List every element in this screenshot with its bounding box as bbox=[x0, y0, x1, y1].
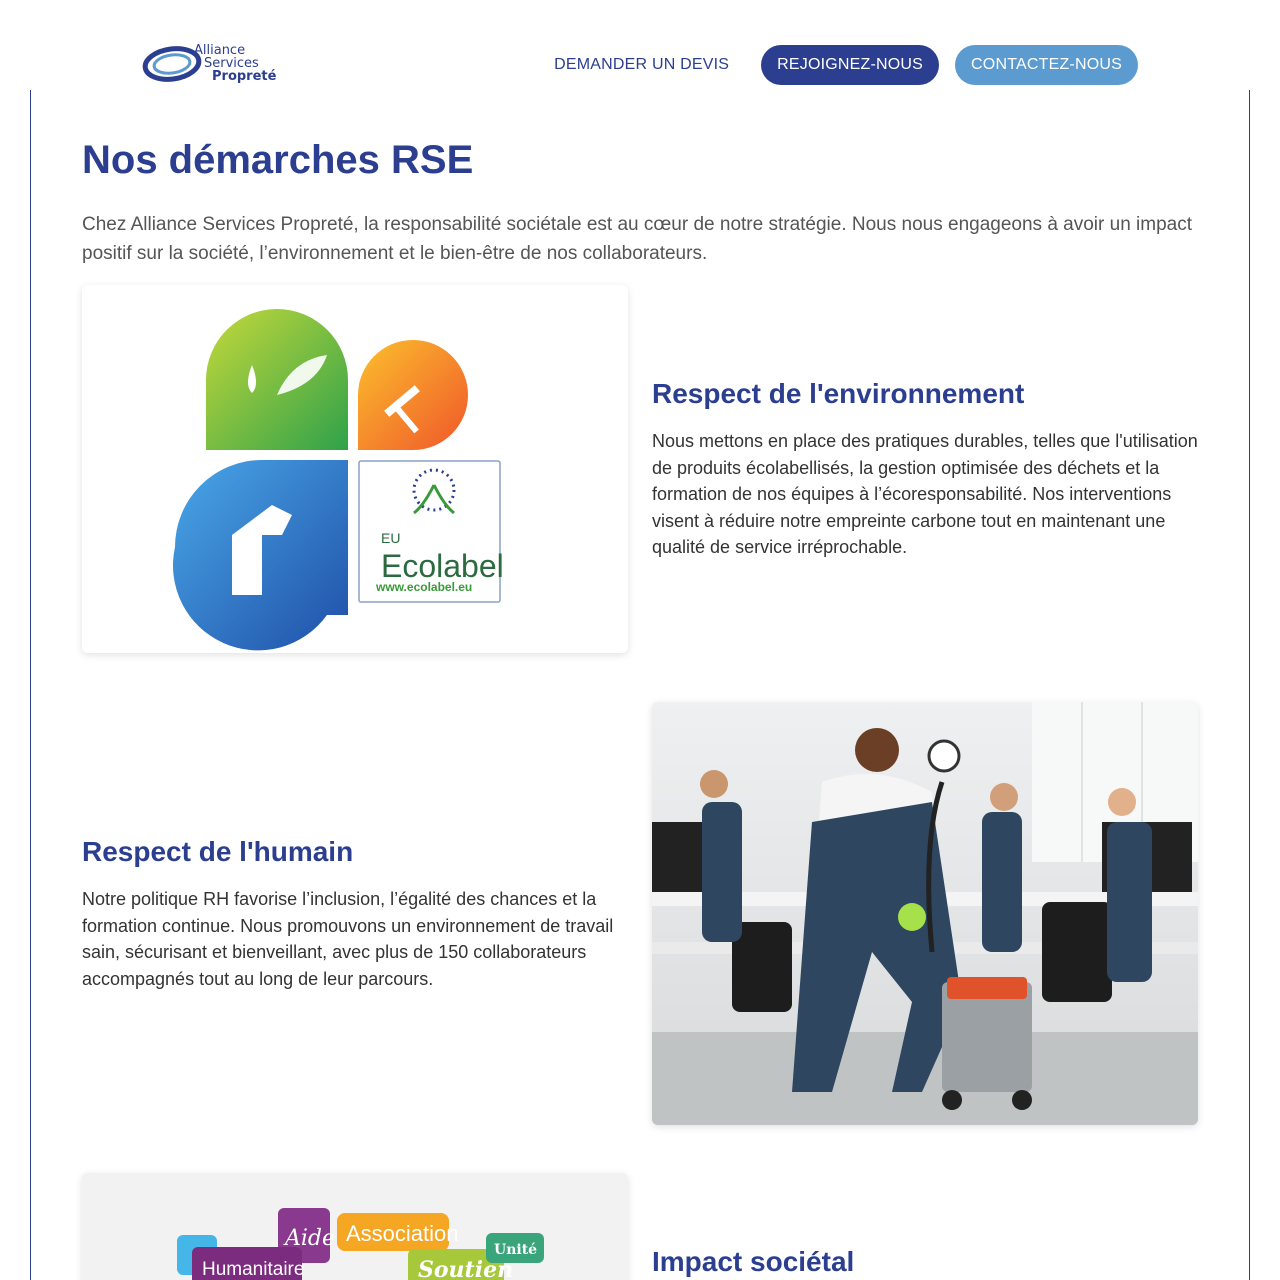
bubble-unite-text: Unité bbox=[494, 1242, 537, 1258]
nav-request-quote[interactable]: DEMANDER UN DEVIS bbox=[538, 46, 745, 84]
contact-us-button[interactable]: CONTACTEZ-NOUS bbox=[955, 45, 1138, 85]
eco-icons-illustration: EU Ecolabel www.ecolabel.eu bbox=[172, 309, 504, 651]
bubble-humanitaire-text: Humanitaire bbox=[202, 1259, 304, 1280]
ecolabel-eu-text: EU bbox=[381, 530, 400, 546]
logo-line-3: Propreté bbox=[212, 69, 277, 84]
main-nav: DEMANDER UN DEVIS REJOIGNEZ-NOUS CONTACT… bbox=[538, 45, 1138, 85]
bubble-association-text: Association bbox=[346, 1221, 459, 1246]
ecolabel-word-text: Ecolabel bbox=[381, 548, 504, 584]
frame-border-right bbox=[1249, 90, 1250, 1280]
section-environment-text: Nous mettons en place des pratiques dura… bbox=[652, 431, 1198, 557]
ecolabel-url-text: www.ecolabel.eu bbox=[375, 580, 472, 594]
section-environment-title: Respect de l'environnement bbox=[652, 378, 1025, 409]
societal-impact-image: Aide Association Humanitaire Soutien Uni… bbox=[82, 1173, 628, 1280]
page-intro: Chez Alliance Services Propreté, la resp… bbox=[82, 214, 1192, 264]
cleaning-team-photo bbox=[652, 702, 1198, 1125]
logo-swoosh-icon bbox=[142, 46, 202, 82]
site-header: Alliance Services Propreté DEMANDER UN D… bbox=[0, 0, 1280, 90]
frame-border-left bbox=[30, 90, 31, 1280]
section-societal-title: Impact sociétal bbox=[652, 1246, 855, 1277]
page-title: Nos démarches RSE bbox=[82, 138, 474, 182]
logo[interactable]: Alliance Services Propreté bbox=[142, 40, 302, 88]
ecolabel-image: EU Ecolabel www.ecolabel.eu bbox=[82, 285, 628, 653]
join-us-button[interactable]: REJOIGNEZ-NOUS bbox=[761, 45, 940, 85]
section-human-title: Respect de l'humain bbox=[82, 836, 354, 867]
cleaning-team-illustration bbox=[652, 702, 1198, 1125]
word-bubbles-illustration: Aide Association Humanitaire Soutien Uni… bbox=[177, 1208, 544, 1280]
section-human-text: Notre politique RH favorise l’inclusion,… bbox=[82, 889, 614, 989]
